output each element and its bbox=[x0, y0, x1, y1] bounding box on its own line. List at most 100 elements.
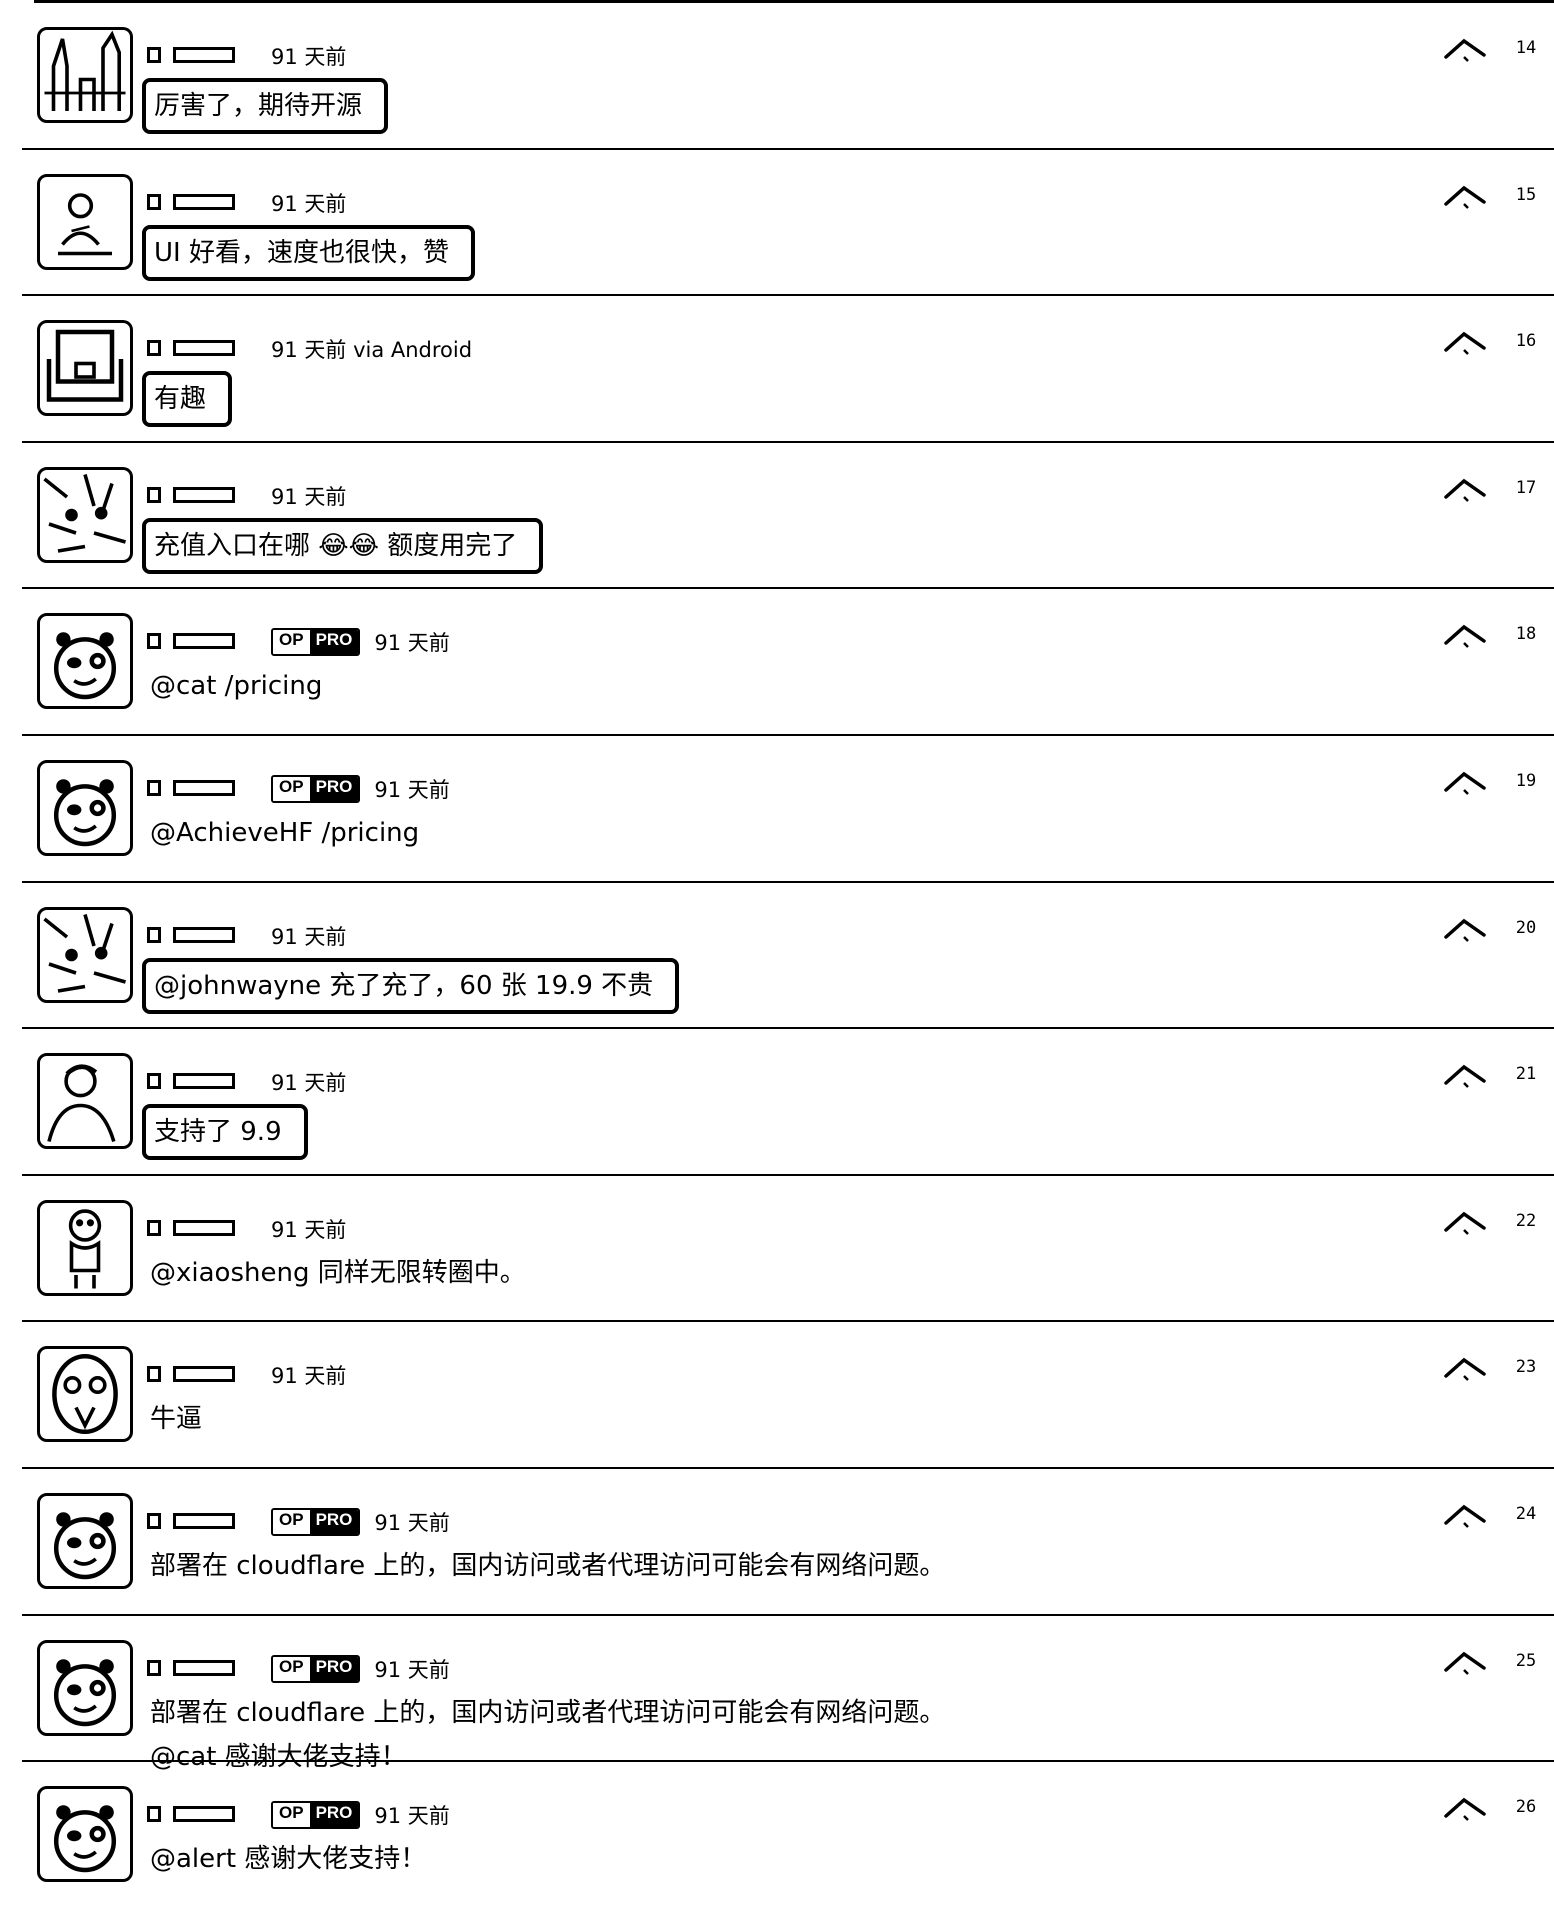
reply-arrow-icon[interactable] bbox=[1442, 768, 1488, 798]
reply-content: 支持了 9.9 bbox=[142, 1104, 308, 1161]
reply-meta: OP PRO 91 天前 bbox=[147, 1800, 450, 1830]
reply-content-line: @xiaosheng 同样无限转圈中。 bbox=[150, 1257, 526, 1288]
reply-meta: 91 天前 bbox=[147, 1214, 346, 1244]
reply-time: 91 天前 bbox=[271, 191, 347, 216]
reply-content: 牛逼 bbox=[142, 1397, 210, 1441]
username-link[interactable] bbox=[147, 338, 257, 360]
reply-arrow-icon[interactable] bbox=[1442, 1648, 1488, 1678]
cartoon-avatar[interactable] bbox=[37, 1199, 133, 1296]
cat-avatar[interactable] bbox=[37, 466, 133, 563]
reply-content-line: 部署在 cloudflare 上的，国内访问或者代理访问可能会有网络问题。 bbox=[150, 1551, 946, 1581]
panda-avatar[interactable] bbox=[37, 1639, 133, 1736]
username-link[interactable] bbox=[147, 778, 257, 800]
op-pro-badge: OP PRO bbox=[271, 775, 361, 803]
reply-time: 91 天前 bbox=[271, 924, 347, 949]
reply-arrow-icon[interactable] bbox=[1442, 1794, 1488, 1824]
reply-item: 91 天前 UI 好看，速度也很快，赞 15 bbox=[22, 150, 1554, 297]
reply-time: 91 天前 bbox=[374, 1657, 450, 1682]
reply-content-line: UI 好看，速度也很快，赞 bbox=[154, 237, 449, 268]
pro-badge-label: PRO bbox=[309, 630, 359, 655]
floor-number: 19 bbox=[1515, 771, 1537, 791]
reply-time: 91 天前 bbox=[374, 778, 450, 802]
reply-meta: 91 天前 bbox=[147, 188, 346, 218]
reply-time: 91 天前 bbox=[271, 1217, 347, 1242]
reply-item: 91 天前 @johnwayne 充了充了，60 张 19.9 不贵 20 bbox=[22, 883, 1554, 1030]
op-badge-label: OP bbox=[273, 1510, 310, 1534]
username-link[interactable] bbox=[147, 485, 257, 507]
reply-arrow-icon[interactable] bbox=[1442, 475, 1488, 505]
floor-number: 21 bbox=[1515, 1064, 1537, 1085]
reply-arrow-icon[interactable] bbox=[1442, 328, 1488, 358]
username-link[interactable] bbox=[147, 192, 257, 214]
reply-meta: OP PRO 91 天前 bbox=[147, 627, 450, 657]
face-avatar[interactable] bbox=[37, 1346, 133, 1443]
reply-arrow-icon[interactable] bbox=[1442, 1061, 1488, 1091]
reply-arrow-icon[interactable] bbox=[1442, 182, 1488, 212]
reply-meta: 91 天前 bbox=[147, 481, 346, 511]
op-pro-badge: OP PRO bbox=[271, 628, 361, 657]
reply-time: 91 天前 via Android bbox=[271, 338, 473, 363]
reply-item: OP PRO 91 天前 @cat /pricing 18 bbox=[22, 589, 1554, 736]
reply-arrow-icon[interactable] bbox=[1442, 1501, 1488, 1531]
username-link[interactable] bbox=[147, 1364, 257, 1386]
robot-avatar[interactable] bbox=[37, 320, 133, 417]
reply-item: 91 天前 via Android 有趣 16 bbox=[22, 296, 1554, 443]
username-link[interactable] bbox=[147, 1804, 257, 1826]
reply-time: 91 天前 bbox=[271, 45, 347, 69]
username-link[interactable] bbox=[147, 925, 257, 947]
op-badge-label: OP bbox=[273, 777, 310, 801]
reply-content: @AchieveHF /pricing bbox=[142, 811, 427, 855]
username-link[interactable] bbox=[147, 45, 257, 67]
reply-arrow-icon[interactable] bbox=[1442, 1208, 1488, 1238]
username-link[interactable] bbox=[147, 1218, 257, 1240]
floor-number: 22 bbox=[1515, 1210, 1537, 1231]
username-link[interactable] bbox=[147, 631, 257, 653]
reply-arrow-icon[interactable] bbox=[1442, 35, 1488, 65]
reply-arrow-icon[interactable] bbox=[1442, 1354, 1488, 1384]
reply-time: 91 天前 bbox=[374, 1511, 450, 1535]
op-badge-label: OP bbox=[273, 630, 310, 655]
op-pro-badge: OP PRO bbox=[271, 1508, 361, 1536]
reply-meta: OP PRO 91 天前 bbox=[147, 774, 450, 804]
reply-arrow-icon[interactable] bbox=[1442, 915, 1488, 945]
floor-number: 23 bbox=[1515, 1357, 1537, 1378]
reply-content-line: @cat /pricing bbox=[150, 671, 323, 702]
reply-item: OP PRO 91 天前部署在 cloudflare 上的，国内访问或者代理访问可能… bbox=[22, 1469, 1554, 1616]
reply-arrow-icon[interactable] bbox=[1442, 621, 1488, 651]
reply-meta: 91 天前 bbox=[147, 41, 346, 71]
pro-badge-label: PRO bbox=[309, 1656, 359, 1681]
reply-meta: 91 天前 bbox=[147, 921, 346, 951]
op-pro-badge: OP PRO bbox=[271, 1801, 361, 1830]
username-link[interactable] bbox=[147, 1511, 257, 1533]
reply-content-line: @AchieveHF /pricing bbox=[150, 818, 420, 848]
reply-content-line: 支持了 9.9 bbox=[154, 1117, 282, 1148]
reply-meta: 91 天前 bbox=[147, 1067, 346, 1097]
reply-content: @cat /pricing bbox=[142, 664, 330, 708]
person-avatar[interactable] bbox=[37, 1053, 133, 1150]
reply-time: 91 天前 bbox=[271, 1364, 347, 1389]
reply-time: 91 天前 bbox=[271, 1071, 347, 1096]
reply-content: 部署在 cloudflare 上的，国内访问或者代理访问可能会有网络问题。 bbox=[142, 1544, 953, 1588]
cat-avatar[interactable] bbox=[37, 906, 133, 1003]
panda-avatar[interactable] bbox=[37, 760, 133, 856]
reply-content: 有趣 bbox=[142, 371, 233, 428]
floor-number: 26 bbox=[1515, 1797, 1537, 1818]
reply-content: 厉害了，期待开源 bbox=[142, 78, 389, 134]
reply-item: OP PRO 91 天前 @AchieveHF /pricing 19 bbox=[22, 736, 1554, 883]
panda-avatar[interactable] bbox=[37, 1786, 133, 1883]
floor-number: 15 bbox=[1515, 184, 1537, 205]
username-link[interactable] bbox=[147, 1658, 257, 1680]
reply-item: 91 天前 @xiaosheng 同样无限转圈中。 22 bbox=[22, 1176, 1554, 1323]
reply-item: OP PRO 91 天前 @alert 感谢大佬支持！ 26 bbox=[22, 1762, 1554, 1909]
panda-avatar[interactable] bbox=[37, 613, 133, 710]
city-avatar[interactable] bbox=[37, 27, 133, 123]
username-link[interactable] bbox=[147, 1071, 257, 1093]
pro-badge-label: PRO bbox=[309, 777, 359, 801]
reply-item: 91 天前牛逼 23 bbox=[22, 1322, 1554, 1469]
reply-meta: 91 天前 bbox=[147, 1360, 346, 1390]
reply-content-line: 厉害了，期待开源 bbox=[154, 91, 363, 121]
figure-avatar[interactable] bbox=[37, 173, 133, 270]
reply-content: 充值入口在哪 😂😂 额度用完了 bbox=[142, 517, 544, 574]
panda-avatar[interactable] bbox=[37, 1493, 133, 1589]
reply-meta: OP PRO 91 天前 bbox=[147, 1654, 450, 1684]
